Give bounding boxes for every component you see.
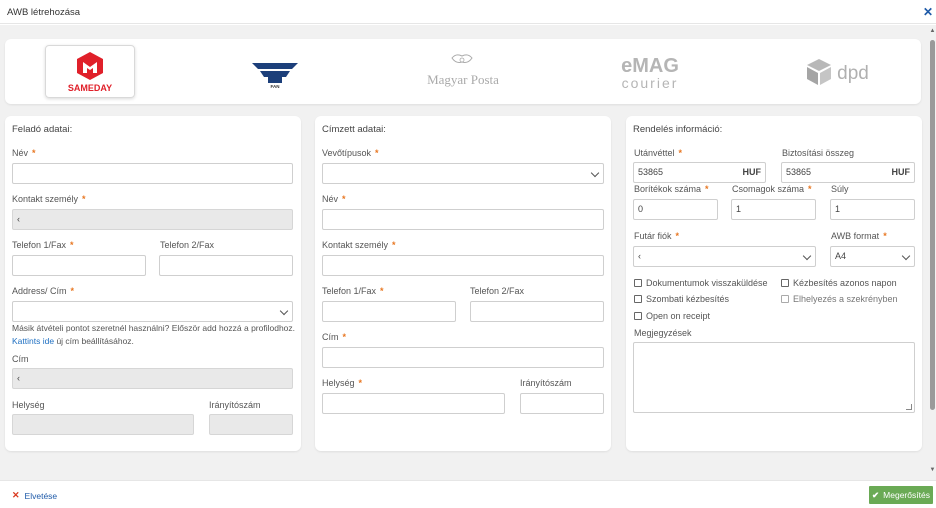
recipient-phone1-input[interactable] (322, 301, 456, 322)
dpd-logo-text: dpd (837, 63, 869, 84)
check-icon: ✔ (872, 489, 880, 500)
insurance-currency: HUF (891, 167, 911, 177)
sender-phone2-input[interactable] (159, 255, 293, 276)
recipient-phone1-label: Telefon 1/Fax * (322, 286, 384, 296)
close-icon[interactable]: ✕ (923, 5, 933, 19)
recipient-panel-title: Címzett adatai: (322, 124, 386, 135)
checkbox-box[interactable] (634, 279, 642, 287)
recipient-customer-type-select[interactable] (322, 163, 604, 184)
recipient-phone2-label: Telefon 2/Fax (470, 286, 525, 296)
packages-input[interactable]: 1 (731, 199, 816, 220)
awb-format-select[interactable]: A4 (830, 246, 915, 267)
emag-logo-text: eMAG (621, 55, 679, 77)
sender-zip-label: Irányítószám (209, 400, 261, 410)
awb-format-label: AWB format * (831, 231, 887, 241)
dialog-title: AWB létrehozása (7, 7, 81, 18)
magyar-posta-logo-text: Magyar Posta (427, 72, 499, 87)
recipient-city-label: Helység * (322, 378, 363, 388)
cod-label: Utánvéttel * (634, 148, 683, 158)
envelopes-label: Borítékok száma * (634, 184, 709, 194)
sender-phone1-input[interactable] (12, 255, 146, 276)
checkbox-box[interactable] (634, 295, 642, 303)
sender-name-label: Név * (12, 148, 36, 158)
carrier-sameday[interactable]: SAMEDAY (45, 45, 135, 98)
sameday-logo-text: SAMEDAY (68, 83, 112, 93)
envelopes-input[interactable]: 0 (633, 199, 718, 220)
fan-logo: FAN (252, 62, 298, 89)
carrier-emag-courier[interactable]: eMAG courier (605, 45, 695, 98)
recipient-city-input[interactable] (322, 393, 505, 414)
sender-contact-label: Kontakt személy * (12, 194, 86, 204)
open-on-receipt-checkbox[interactable]: Open on receipt (634, 311, 710, 321)
dialog-titlebar: AWB létrehozása ✕ (0, 0, 936, 24)
dpd-logo: dpd (807, 58, 869, 85)
sender-cim-label: Cím (12, 354, 29, 364)
sender-contact-input[interactable]: ‹ (12, 209, 293, 230)
carrier-selector: SAMEDAY FAN Magyar Posta eMAG courier dp… (5, 39, 921, 104)
insurance-input[interactable]: 53865 HUF (781, 162, 915, 183)
cod-currency: HUF (742, 167, 762, 177)
sender-panel: Feladó adatai: Név * Kontakt személy * ‹ T… (5, 116, 301, 451)
notes-textarea[interactable] (633, 342, 915, 413)
return-documents-checkbox[interactable]: Dokumentumok visszaküldése (634, 278, 768, 288)
carrier-fan[interactable]: FAN (245, 45, 305, 98)
close-icon: ✕ (12, 490, 20, 500)
carrier-dpd[interactable]: dpd (797, 45, 877, 98)
magyar-posta-logo: Magyar Posta (427, 53, 499, 87)
order-panel: Rendelés információ: Utánvéttel * 53865 H… (626, 116, 922, 451)
sender-city-input[interactable] (12, 414, 194, 435)
recipient-zip-input[interactable] (520, 393, 604, 414)
recipient-cim-input[interactable] (322, 347, 604, 368)
recipient-panel: Címzett adatai: Vevőtípusok * Név * Kontak… (315, 116, 611, 451)
courier-logo-text: courier (622, 75, 679, 91)
recipient-name-input[interactable] (322, 209, 604, 230)
add-address-link[interactable]: Kattints ide (12, 336, 54, 346)
carrier-magyar-posta[interactable]: Magyar Posta (423, 45, 503, 98)
scroll-up-icon[interactable]: ▲ (929, 28, 936, 34)
sender-city-label: Helység (12, 400, 45, 410)
recipient-contact-label: Kontakt személy * (322, 240, 396, 250)
weight-label: Súly (831, 184, 849, 194)
scroll-down-icon[interactable]: ▼ (929, 467, 936, 473)
recipient-customer-type-label: Vevőtípusok * (322, 148, 379, 158)
emag-courier-logo: eMAG courier (621, 55, 679, 91)
sender-phone1-label: Telefon 1/Fax * (12, 240, 74, 250)
sender-cim-input[interactable]: ‹ (12, 368, 293, 389)
confirm-button[interactable]: ✔ Megerősítés (869, 486, 933, 504)
dialog-footer: ✕ Elvetése ✔ Megerősítés (0, 480, 936, 508)
notes-label: Megjegyzések (634, 328, 692, 338)
sender-panel-title: Feladó adatai: (12, 124, 73, 135)
fan-logo-text: FAN (271, 84, 280, 89)
sender-address-label: Address/ Cím * (12, 286, 75, 296)
saturday-delivery-checkbox[interactable]: Szombati kézbesítés (634, 294, 729, 304)
weight-input[interactable]: 1 (830, 199, 915, 220)
order-panel-title: Rendelés információ: (633, 124, 723, 135)
checkbox-box[interactable] (781, 295, 789, 303)
recipient-phone2-input[interactable] (470, 301, 604, 322)
cancel-button[interactable]: ✕ Elvetése (12, 490, 57, 501)
same-day-delivery-checkbox[interactable]: Kézbesítés azonos napon (781, 278, 897, 288)
sender-address-help: Másik átvételi pontot szeretnél használn… (12, 323, 296, 346)
sender-phone2-label: Telefon 2/Fax (160, 240, 215, 250)
recipient-cim-label: Cím * (322, 332, 347, 342)
courier-account-select[interactable]: ‹ (633, 246, 816, 267)
sender-zip-input[interactable] (209, 414, 293, 435)
recipient-name-label: Név * (322, 194, 346, 204)
insurance-label: Biztosítási összeg (782, 148, 855, 158)
scrollbar-thumb[interactable] (930, 40, 935, 410)
packages-label: Csomagok száma * (732, 184, 812, 194)
sameday-logo: SAMEDAY (68, 51, 112, 93)
locker-placement-checkbox[interactable]: Elhelyezés a szekrényben (781, 294, 898, 304)
resize-handle-icon[interactable] (906, 404, 912, 410)
recipient-zip-label: Irányítószám (520, 378, 572, 388)
checkbox-box[interactable] (634, 312, 642, 320)
sender-address-select[interactable] (12, 301, 293, 322)
scrollbar[interactable]: ▲ ▼ (929, 28, 936, 478)
cod-input[interactable]: 53865 HUF (633, 162, 766, 183)
checkbox-box[interactable] (781, 279, 789, 287)
courier-account-label: Futár fiók * (634, 231, 680, 241)
recipient-contact-input[interactable] (322, 255, 604, 276)
sender-name-input[interactable] (12, 163, 293, 184)
